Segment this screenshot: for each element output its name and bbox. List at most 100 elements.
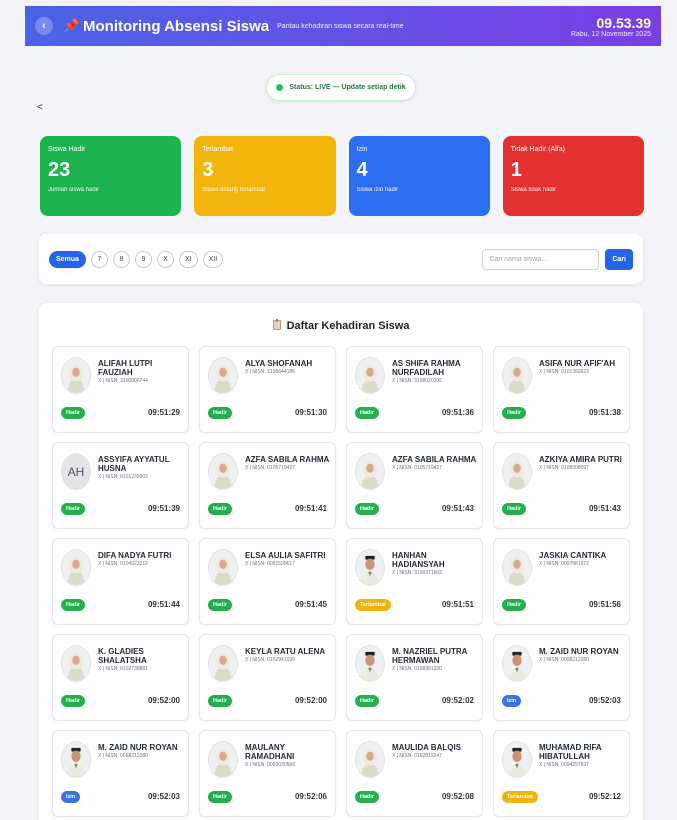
stat-label: Siswa Hadir [48, 146, 86, 153]
attendance-time: 09:51:29 [147, 408, 180, 417]
avatar [355, 357, 385, 394]
student-card[interactable]: AH ASSYIFA AYYATUL HUSNA X | NISN: 0101239… [52, 442, 189, 529]
filter-chip[interactable]: XI [178, 250, 198, 268]
avatar [208, 741, 238, 778]
student-name-block: DIFA NADYA FUTRI X | NISN: 0104923212 [98, 551, 184, 568]
avatar [502, 453, 532, 490]
status-badge: Hadir [502, 407, 527, 419]
stat-label: Tidak Hadir (Alfa) [510, 146, 565, 153]
student-card[interactable]: M. ZAID NUR ROYAN X | NISN: 0098212280 Izi… [493, 634, 630, 721]
status-badge: Izin [502, 695, 522, 707]
stat-card: Izin 4 Siswa izin hadir [348, 136, 490, 216]
student-card[interactable]: M. ZAID NUR ROYAN X | NISN: 0098212280 Izi… [52, 730, 189, 817]
student-card[interactable]: JASKIA CANTIKA X | NISN: 0097981972 Hadir 0… [493, 538, 630, 625]
attendance-time: 09:51:36 [441, 408, 474, 417]
student-card[interactable]: AZFA SABILA RAHMA X | NISN: 0105719427 Had… [346, 442, 483, 529]
student-card[interactable]: AZFA SABILA RAHMA X | NISN: 0105719427 Had… [199, 442, 336, 529]
student-card[interactable]: K. GLADIES SHALATSHA X | NISN: 0102738881… [52, 634, 189, 721]
attendance-time: 09:52:02 [441, 696, 474, 705]
attendance-time: 09:51:45 [294, 600, 327, 609]
filter-chip[interactable]: XII [202, 250, 224, 268]
avatar [502, 645, 532, 682]
student-nisn: X | NISN: 3100806744 [98, 378, 148, 384]
student-card[interactable]: KEYLA RATU ALENA X | NISN: 0102941030 Hadi… [199, 634, 336, 721]
search-button[interactable]: Cari [605, 248, 633, 270]
attendance-panel: Daftar Kehadiran Siswa ALIFAH LUTPI FAUZ… [39, 303, 643, 820]
stat-value: 3 [202, 159, 214, 181]
student-name: M. ZAID NUR ROYAN [98, 743, 178, 752]
student-name-block: M. NAZRIEL PUTRA HERMAWAN X | NISN: 01083… [392, 647, 478, 673]
attendance-time: 09:52:06 [294, 792, 327, 801]
live-status-pill: Status: LIVE — Update setiap detik [266, 74, 416, 101]
stat-desc: Siswa izin hadir [356, 187, 399, 193]
filter-chip[interactable]: Semua [49, 250, 86, 268]
student-card[interactable]: ELSA AULIA SAFITRI X | NISN: 0091539617 Ha… [199, 538, 336, 625]
stat-label: Izin [356, 146, 368, 153]
student-name: AS SHIFA RAHMA NURFADILAH [392, 359, 461, 377]
avatar [61, 645, 91, 682]
student-card[interactable]: DIFA NADYA FUTRI X | NISN: 0104923212 Hadi… [52, 538, 189, 625]
student-nisn: X | NISN: 0105719427 [245, 465, 295, 471]
search-group: Cari [482, 248, 633, 270]
student-name: KEYLA RATU ALENA [245, 647, 326, 656]
status-badge: Hadir [208, 599, 233, 611]
attendance-time: 09:51:43 [441, 504, 474, 513]
stat-card: Terlambat 3 Siswa datang terlambat [194, 136, 336, 216]
filter-bar: Semua 7 8 9 X XI XII Cari [39, 234, 643, 284]
student-nisn: X | NISN: 3108020206 [392, 378, 442, 384]
student-name: MAULANY RAMADHANI [245, 743, 295, 761]
student-card[interactable]: HANHAN HADIANSYAH X | NISN: 3100371503 Ter… [346, 538, 483, 625]
status-badge: Terlambat [502, 791, 538, 803]
status-badge: Hadir [355, 407, 380, 419]
clock-time: 09.53.39 [596, 14, 652, 31]
avatar [61, 741, 91, 778]
status-badge: Hadir [502, 599, 527, 611]
pin-icon: 📌 [63, 18, 80, 33]
filter-chip[interactable]: 9 [134, 250, 152, 268]
student-nisn: X | NISN: 0104923212 [98, 561, 148, 567]
attendance-time: 09:51:39 [147, 504, 180, 513]
search-input[interactable] [482, 248, 600, 270]
attendance-time: 09:51:38 [588, 408, 621, 417]
small-back-link[interactable]: < [37, 102, 43, 113]
student-name-block: AZFA SABILA RAHMA X | NISN: 0105719427 [245, 455, 331, 472]
student-card[interactable]: ALIFAH LUTPI FAUZIAH X | NISN: 3100806744… [52, 346, 189, 433]
student-name: M. NAZRIEL PUTRA HERMAWAN [392, 647, 468, 665]
student-name-block: ALYA SHOFANAH X | NISN: 3105644186 [245, 359, 331, 376]
filter-chip[interactable]: 8 [112, 250, 130, 268]
student-name: JASKIA CANTIKA [539, 551, 607, 560]
student-card[interactable]: AZKIYA AMIRA PUTRI X | NISN: 0108308097 Ha… [493, 442, 630, 529]
student-name: DIFA NADYA FUTRI [98, 551, 172, 560]
clock: 09.53.39 Rabu, 12 November 2025 [571, 15, 651, 38]
student-card[interactable]: MUHAMAD RIFA HIBATULLAH X | NISN: 0094297… [493, 730, 630, 817]
student-name-block: ALIFAH LUTPI FAUZIAH X | NISN: 3100806744 [98, 359, 184, 385]
status-badge: Hadir [208, 503, 233, 515]
student-nisn: X | NISN: 0098212280 [98, 753, 148, 759]
student-name: ALIFAH LUTPI FAUZIAH [98, 359, 153, 377]
student-nisn: X | NISN: 0108381320 [392, 666, 442, 672]
filter-chip[interactable]: 7 [90, 250, 108, 268]
page-subtitle: Pantau kehadiran siswa secara real-time [277, 22, 404, 30]
avatar [61, 357, 91, 394]
back-button[interactable]: ‹ [35, 17, 53, 35]
filter-chip[interactable]: X [156, 250, 174, 268]
status-badge: Hadir [355, 791, 380, 803]
student-name-block: K. GLADIES SHALATSHA X | NISN: 0102738881 [98, 647, 184, 673]
status-badge: Hadir [208, 695, 233, 707]
stat-card: Siswa Hadir 23 Jumlah siswa hadir [40, 136, 182, 216]
student-card[interactable]: MAULANY RAMADHANI X | NISN: 0093030568 Had… [199, 730, 336, 817]
student-card[interactable]: M. NAZRIEL PUTRA HERMAWAN X | NISN: 01083… [346, 634, 483, 721]
avatar [355, 549, 385, 586]
student-name: MUHAMAD RIFA HIBATULLAH [539, 743, 602, 761]
student-name: ELSA AULIA SAFITRI [245, 551, 326, 560]
student-card[interactable]: ALYA SHOFANAH X | NISN: 3105644186 Hadir 09… [199, 346, 336, 433]
student-card[interactable]: MAULIDA BALQIS X | NISN: 0102819247 Hadir 0… [346, 730, 483, 817]
stat-cards: Siswa Hadir 23 Jumlah siswa hadir Terlambat… [40, 136, 644, 216]
student-name-block: KEYLA RATU ALENA X | NISN: 0102941030 [245, 647, 331, 664]
student-card[interactable]: ASIFA NUR AFIF'AH X | NISN: 0101392923 Had… [493, 346, 630, 433]
student-card[interactable]: AS SHIFA RAHMA NURFADILAH X | NISN: 31080… [346, 346, 483, 433]
student-nisn: X | NISN: 0102941030 [245, 657, 295, 663]
student-nisn: X | NISN: 0102819247 [392, 753, 442, 759]
stat-label: Terlambat [202, 146, 233, 153]
status-badge: Terlambat [355, 599, 391, 611]
